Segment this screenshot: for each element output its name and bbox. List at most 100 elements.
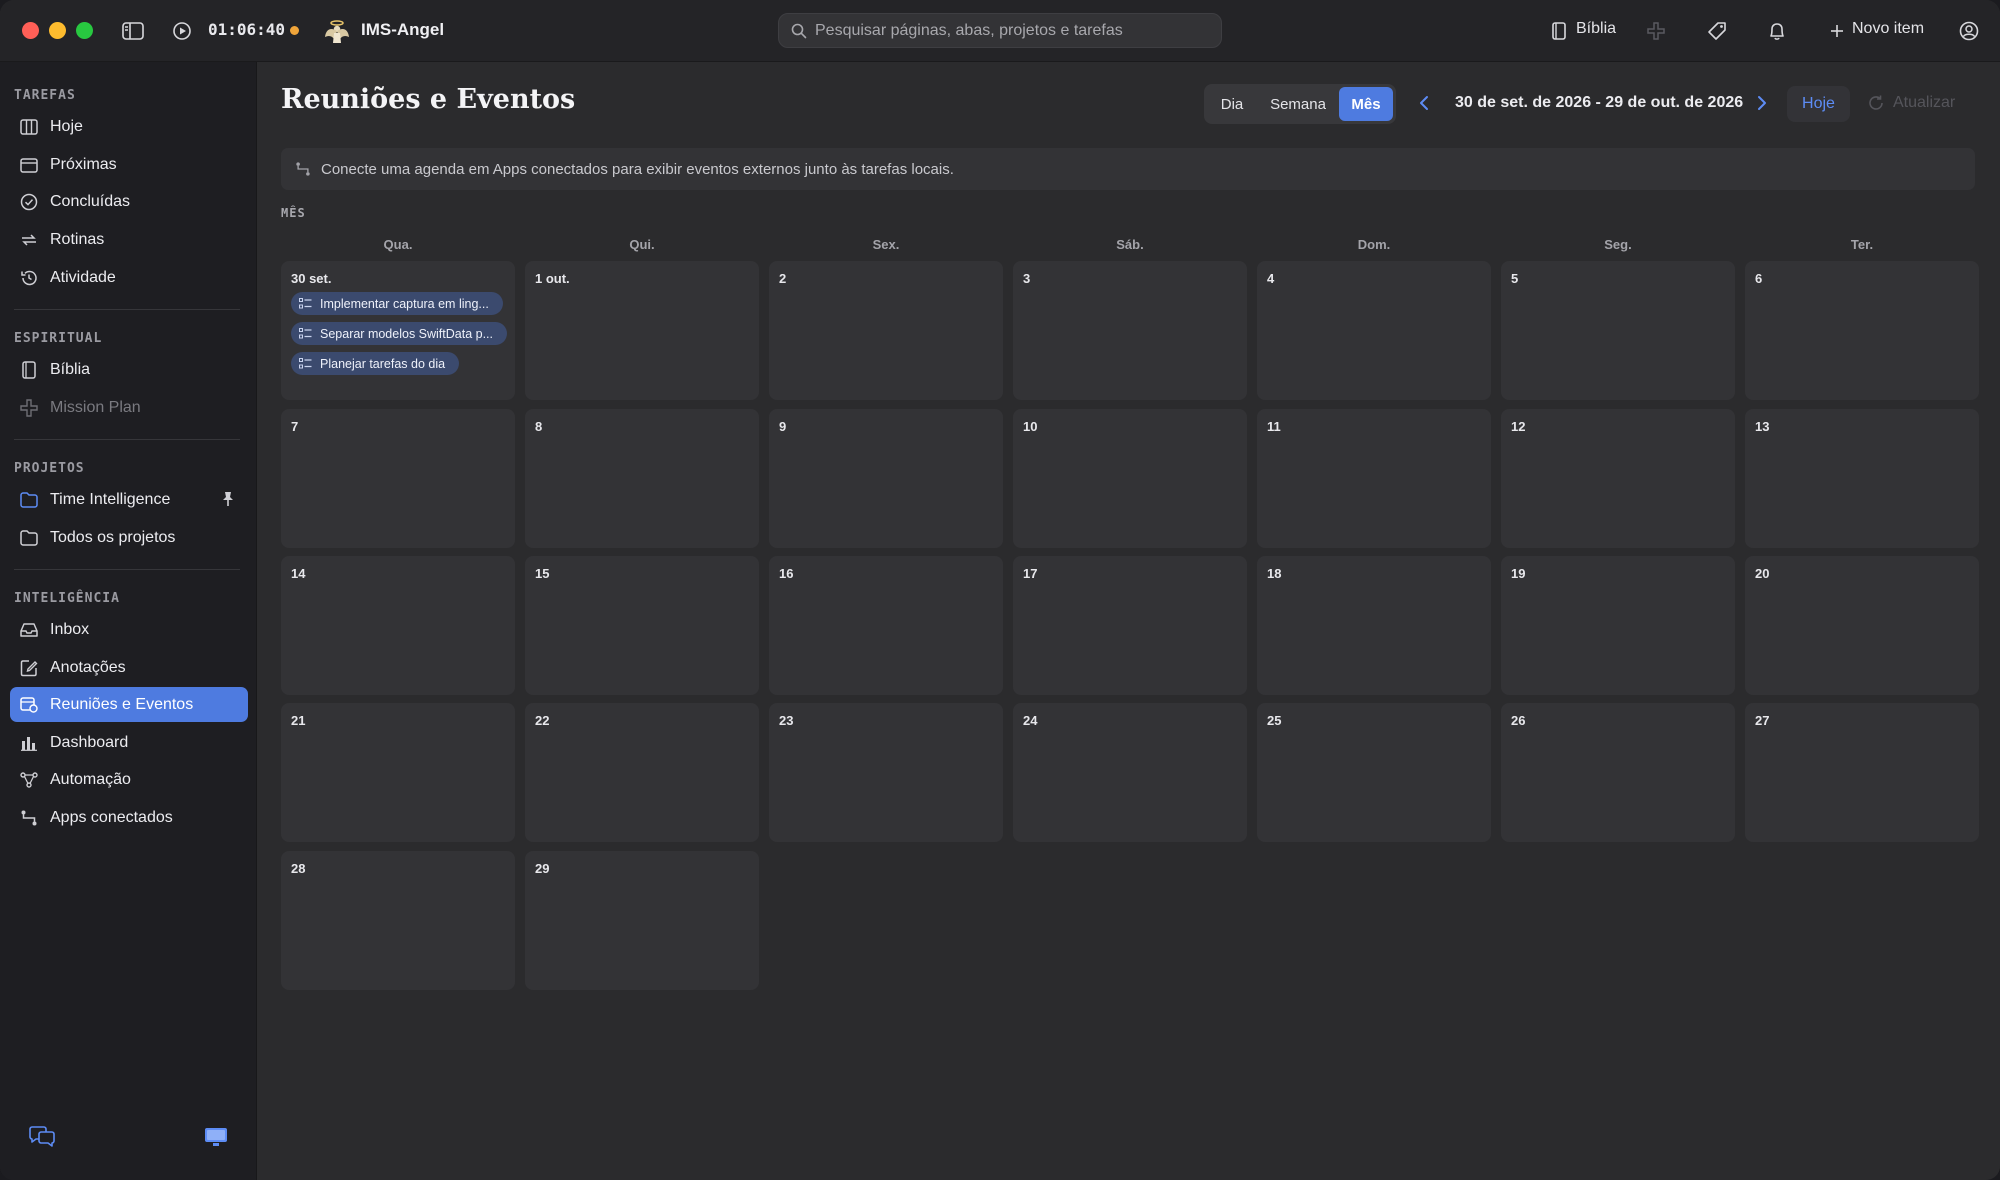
pin-icon[interactable] xyxy=(222,491,234,512)
day-cell[interactable]: 8 xyxy=(525,409,759,548)
bell-icon[interactable] xyxy=(1764,18,1790,44)
day-number: 14 xyxy=(291,566,306,581)
day-cell[interactable]: 11 xyxy=(1257,409,1491,548)
day-cell[interactable]: 4 xyxy=(1257,261,1491,400)
day-cell[interactable]: 19 xyxy=(1501,556,1735,695)
search-input[interactable] xyxy=(815,21,1215,40)
event-chip[interactable]: Planejar tarefas do dia xyxy=(291,352,459,375)
day-cell[interactable]: 12 xyxy=(1501,409,1735,548)
sidebar-item-rotinas[interactable]: Rotinas xyxy=(10,222,248,257)
bible-book-icon[interactable] xyxy=(1546,18,1572,44)
day-cell[interactable]: 15 xyxy=(525,556,759,695)
monitor-icon[interactable] xyxy=(202,1125,230,1149)
title-bar: 01:06:40 IMS-Angel Bíblia Novo item xyxy=(0,0,2000,62)
day-number: 25 xyxy=(1267,713,1282,728)
previous-range-button[interactable] xyxy=(1413,92,1435,114)
edit-note-icon xyxy=(20,659,38,677)
day-cell[interactable]: 9 xyxy=(769,409,1003,548)
new-item-button[interactable]: Novo item xyxy=(1852,20,1924,38)
sidebar-item-label: Mission Plan xyxy=(50,398,141,416)
day-cell[interactable]: 18 xyxy=(1257,556,1491,695)
day-cell[interactable]: 3 xyxy=(1013,261,1247,400)
tag-icon[interactable] xyxy=(1704,18,1730,44)
day-cell[interactable]: 17 xyxy=(1013,556,1247,695)
sidebar-item-concluidas[interactable]: Concluídas xyxy=(10,184,248,219)
today-button[interactable]: Hoje xyxy=(1787,86,1850,122)
account-icon[interactable] xyxy=(1956,18,1982,44)
chevron-right-icon xyxy=(1758,96,1766,110)
day-cell[interactable]: 5 xyxy=(1501,261,1735,400)
tab-dia[interactable]: Dia xyxy=(1207,87,1257,121)
sidebar-item-apps-conectados[interactable]: Apps conectados xyxy=(10,800,248,835)
day-cell[interactable]: 20 xyxy=(1745,556,1979,695)
sidebar-item-anotacoes[interactable]: Anotações xyxy=(10,650,248,685)
day-number: 9 xyxy=(779,419,787,434)
close-window-button[interactable] xyxy=(22,22,39,39)
page-title: Reuniões e Eventos xyxy=(281,84,576,115)
event-chip[interactable]: Implementar captura em ling... xyxy=(291,292,503,315)
global-search[interactable] xyxy=(778,13,1222,48)
event-chip[interactable]: Separar modelos SwiftData p... xyxy=(291,322,507,345)
inbox-icon xyxy=(20,621,38,639)
calendar-clock-icon xyxy=(20,696,38,714)
play-timer-icon[interactable] xyxy=(169,18,195,44)
zoom-window-button[interactable] xyxy=(76,22,93,39)
cross-icon xyxy=(20,398,38,417)
refresh-button[interactable]: Atualizar xyxy=(1867,94,1955,112)
refresh-label: Atualizar xyxy=(1893,94,1956,111)
day-cell[interactable]: 25 xyxy=(1257,703,1491,842)
day-cell[interactable]: 24 xyxy=(1013,703,1247,842)
next-range-button[interactable] xyxy=(1751,92,1773,114)
sidebar-item-reunioes-eventos[interactable]: Reuniões e Eventos xyxy=(10,687,248,722)
day-cell[interactable]: 27 xyxy=(1745,703,1979,842)
sidebar-toggle-icon[interactable] xyxy=(120,18,146,44)
sidebar-item-mission-plan[interactable]: Mission Plan xyxy=(10,390,248,425)
day-cell[interactable]: 13 xyxy=(1745,409,1979,548)
sidebar-item-time-intelligence[interactable]: Time Intelligence xyxy=(10,482,248,517)
sidebar-item-inbox[interactable]: Inbox xyxy=(10,612,248,647)
day-cell[interactable]: 7 xyxy=(281,409,515,548)
sidebar-item-dashboard[interactable]: Dashboard xyxy=(10,725,248,760)
chat-bubbles-icon[interactable] xyxy=(28,1125,56,1149)
sidebar-item-label: Hoje xyxy=(50,117,83,135)
day-cell[interactable]: 2 xyxy=(769,261,1003,400)
bible-shortcut-button[interactable]: Bíblia xyxy=(1576,20,1616,38)
day-number: 16 xyxy=(779,566,794,581)
day-cell[interactable]: 30 set. Implementar captura em ling... Sep… xyxy=(281,261,515,400)
sidebar-item-automacao[interactable]: Automação xyxy=(10,762,248,797)
tab-semana[interactable]: Semana xyxy=(1257,87,1339,121)
day-number: 19 xyxy=(1511,566,1526,581)
tab-mes[interactable]: Mês xyxy=(1339,87,1393,121)
task-list-icon xyxy=(299,358,312,369)
sidebar-item-label: Rotinas xyxy=(50,230,105,248)
day-number: 21 xyxy=(291,713,306,728)
mission-cross-icon[interactable] xyxy=(1643,18,1669,44)
sidebar-item-hoje[interactable]: Hoje xyxy=(10,109,248,144)
day-cell[interactable]: 1 out. xyxy=(525,261,759,400)
day-cell[interactable]: 28 xyxy=(281,851,515,990)
minimize-window-button[interactable] xyxy=(49,22,66,39)
day-cell[interactable]: 14 xyxy=(281,556,515,695)
day-cell[interactable]: 10 xyxy=(1013,409,1247,548)
sidebar-item-proximas[interactable]: Próximas xyxy=(10,147,248,182)
day-cell[interactable]: 22 xyxy=(525,703,759,842)
plus-icon xyxy=(1824,18,1850,44)
connect-calendar-banner: Conecte uma agenda em Apps conectados pa… xyxy=(281,148,1975,190)
sidebar-item-atividade[interactable]: Atividade xyxy=(10,260,248,295)
day-cell[interactable]: 23 xyxy=(769,703,1003,842)
day-cell[interactable]: 6 xyxy=(1745,261,1979,400)
day-number: 4 xyxy=(1267,271,1275,286)
sidebar-divider xyxy=(14,309,240,310)
day-number: 13 xyxy=(1755,419,1770,434)
sidebar-item-biblia[interactable]: Bíblia xyxy=(10,352,248,387)
day-number: 8 xyxy=(535,419,543,434)
day-cell[interactable]: 29 xyxy=(525,851,759,990)
day-cell[interactable]: 26 xyxy=(1501,703,1735,842)
connection-icon xyxy=(20,809,38,827)
weekday-header: Seg. xyxy=(1604,237,1632,252)
day-cell[interactable]: 21 xyxy=(281,703,515,842)
day-number: 10 xyxy=(1023,419,1038,434)
day-cell[interactable]: 16 xyxy=(769,556,1003,695)
weekday-header: Qui. xyxy=(629,237,655,252)
sidebar-item-todos-projetos[interactable]: Todos os projetos xyxy=(10,520,248,555)
